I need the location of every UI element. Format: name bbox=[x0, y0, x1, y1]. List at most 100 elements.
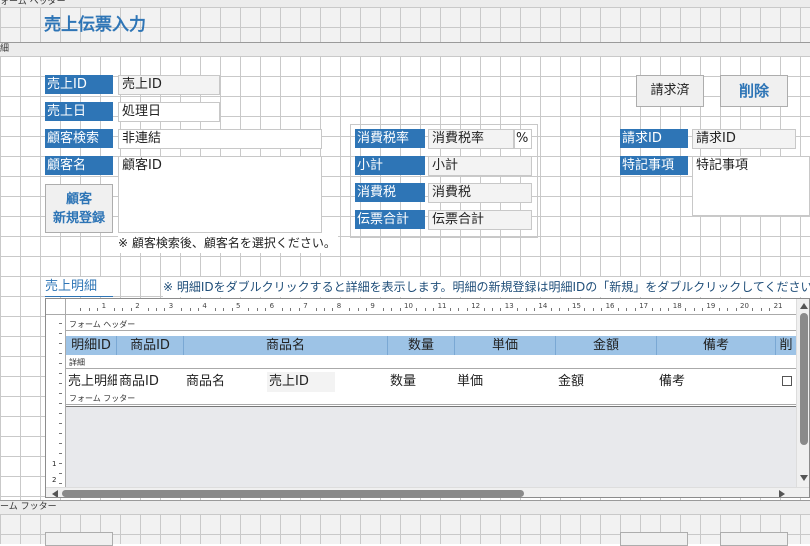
vruler-tick-mark bbox=[59, 343, 62, 344]
ruler-tick-label: 3 bbox=[168, 302, 174, 310]
ruler-tick-label: 10 bbox=[404, 302, 413, 310]
sales-id-field[interactable]: 売上ID bbox=[118, 75, 220, 95]
vruler-tick-mark bbox=[59, 483, 62, 484]
scroll-left-icon[interactable] bbox=[52, 490, 58, 497]
ruler-tick-label: 4 bbox=[202, 302, 207, 310]
invoiced-button[interactable]: 請求済 bbox=[636, 75, 704, 107]
column-header: 備考 bbox=[657, 336, 776, 355]
horizontal-scrollbar[interactable] bbox=[46, 487, 809, 497]
ruler-tick-mark bbox=[391, 308, 393, 311]
ruler-tick-label: 1 bbox=[101, 302, 107, 310]
form-footer-bar: ーム フッター bbox=[0, 500, 810, 515]
table-row[interactable]: 売上明細 商品ID 商品名 売上ID 数量 単価 金額 備考 bbox=[66, 372, 796, 392]
scroll-up-icon[interactable] bbox=[800, 303, 808, 309]
ruler-tick-mark bbox=[660, 308, 661, 311]
vertical-scrollbar[interactable] bbox=[796, 299, 809, 487]
ruler-tick-mark bbox=[265, 308, 267, 311]
customer-search-field[interactable]: 非連結 bbox=[118, 129, 322, 149]
ruler-tick-mark bbox=[122, 308, 124, 311]
new-customer-button[interactable]: 顧客 新規登録 bbox=[45, 184, 113, 233]
vruler-tick-mark bbox=[59, 423, 62, 424]
page-title: 売上伝票入力 bbox=[44, 15, 146, 35]
ruler-tick-mark bbox=[634, 308, 636, 311]
horizontal-ruler: 1 2 3 4 5 6 7 8 9 10 11 12 13 14 15 16 17 18 19 20 21 bbox=[66, 299, 796, 315]
ruler-tick-mark bbox=[525, 308, 527, 311]
ruler-tick-label: 19 bbox=[706, 302, 716, 310]
ruler-tick-mark bbox=[147, 308, 149, 311]
ruler-tick-mark bbox=[466, 308, 468, 311]
vruler-tick-mark bbox=[59, 353, 62, 354]
tax-field[interactable]: 消費税 bbox=[428, 183, 532, 203]
vruler-tick-mark bbox=[59, 403, 62, 404]
scroll-right-icon[interactable] bbox=[779, 490, 785, 497]
sales-id-label: 売上ID bbox=[45, 75, 113, 94]
ruler-tick-mark bbox=[492, 308, 493, 311]
customer-name-label: 顧客名 bbox=[45, 156, 113, 175]
column-header: 商品名 bbox=[184, 336, 388, 355]
ruler-tick-mark bbox=[290, 308, 292, 311]
row-cell[interactable]: 金額 bbox=[556, 372, 657, 392]
ruler-tick-mark bbox=[399, 308, 401, 311]
tax-label: 消費税 bbox=[355, 183, 425, 202]
vruler-tick-mark bbox=[59, 373, 62, 374]
total-label: 伝票合計 bbox=[355, 210, 425, 229]
row-cell[interactable]: 商品名 bbox=[184, 372, 266, 392]
column-header: 商品ID bbox=[117, 336, 184, 355]
invoice-id-label: 請求ID bbox=[620, 129, 688, 148]
ruler-tick-mark bbox=[366, 308, 367, 311]
ruler-tick-label: 8 bbox=[336, 302, 342, 310]
customer-hint: ※ 顧客検索後、顧客名を選択ください。 bbox=[118, 233, 338, 253]
ruler-tick-mark bbox=[760, 308, 762, 311]
notes-field[interactable]: 特記事項 bbox=[692, 156, 810, 216]
ruler-tick-mark bbox=[626, 308, 628, 311]
ruler-tick-mark bbox=[450, 308, 451, 311]
tax-rate-field[interactable]: 消費税率 bbox=[428, 129, 514, 149]
footer-grid bbox=[0, 514, 810, 544]
row-cell[interactable]: 売上ID bbox=[267, 372, 335, 392]
ruler-tick-mark bbox=[324, 308, 325, 311]
ruler-tick-mark bbox=[223, 308, 225, 311]
ruler-tick-label: 12 bbox=[471, 302, 481, 310]
ruler-tick-mark bbox=[592, 308, 594, 311]
ruler-tick-label: 7 bbox=[303, 302, 308, 310]
column-header: 明細ID bbox=[66, 336, 117, 355]
row-cell[interactable]: 単価 bbox=[455, 372, 556, 392]
ruler-tick-mark bbox=[231, 308, 233, 311]
subtotal-label: 小計 bbox=[355, 156, 425, 175]
row-cell[interactable]: 備考 bbox=[657, 372, 776, 392]
vruler-tick-label: 2 bbox=[52, 476, 57, 484]
horizontal-scroll-thumb[interactable] bbox=[62, 490, 524, 497]
new-customer-button-line2: 新規登録 bbox=[52, 211, 105, 226]
ruler-tick-mark bbox=[80, 308, 82, 311]
vertical-scroll-thumb[interactable] bbox=[800, 313, 808, 445]
ruler-tick-mark bbox=[651, 308, 653, 311]
ruler-tick-mark bbox=[164, 308, 166, 311]
ruler-corner bbox=[46, 299, 66, 315]
sales-date-field[interactable]: 処理日 bbox=[118, 102, 220, 122]
customer-name-list[interactable]: 顧客ID bbox=[118, 156, 322, 233]
detail-section-bar: 細 bbox=[0, 42, 810, 57]
total-field[interactable]: 伝票合計 bbox=[428, 210, 532, 230]
ruler-tick-mark bbox=[282, 308, 283, 311]
ruler-tick-label: 5 bbox=[236, 302, 241, 310]
ruler-tick-mark bbox=[584, 308, 586, 311]
scroll-down-icon[interactable] bbox=[800, 475, 808, 481]
details-subform[interactable]: 1 2 3 4 5 6 7 8 9 10 11 12 13 14 15 16 17 18 19 20 21 12 フォー… bbox=[45, 298, 810, 498]
customer-search-label: 顧客検索 bbox=[45, 129, 113, 148]
delete-row-icon[interactable] bbox=[782, 376, 792, 386]
ruler-tick-label: 6 bbox=[269, 302, 275, 310]
row-cell[interactable]: 商品ID bbox=[117, 372, 184, 392]
row-cell[interactable]: 売上明細 bbox=[66, 372, 117, 392]
delete-button[interactable]: 削除 bbox=[720, 75, 788, 107]
row-cell[interactable]: 数量 bbox=[388, 372, 455, 392]
vruler-tick-mark bbox=[59, 473, 62, 474]
ruler-tick-mark bbox=[769, 308, 771, 311]
column-header: 削 bbox=[776, 336, 796, 355]
subform-footer-bar: フォーム フッター bbox=[66, 393, 796, 405]
ruler-tick-label: 11 bbox=[437, 302, 447, 310]
invoice-id-field[interactable]: 請求ID bbox=[692, 129, 796, 149]
ruler-tick-label: 18 bbox=[672, 302, 682, 310]
subtotal-field[interactable]: 小計 bbox=[428, 156, 532, 176]
vruler-tick-mark bbox=[59, 333, 62, 334]
notes-label: 特記事項 bbox=[620, 156, 688, 175]
